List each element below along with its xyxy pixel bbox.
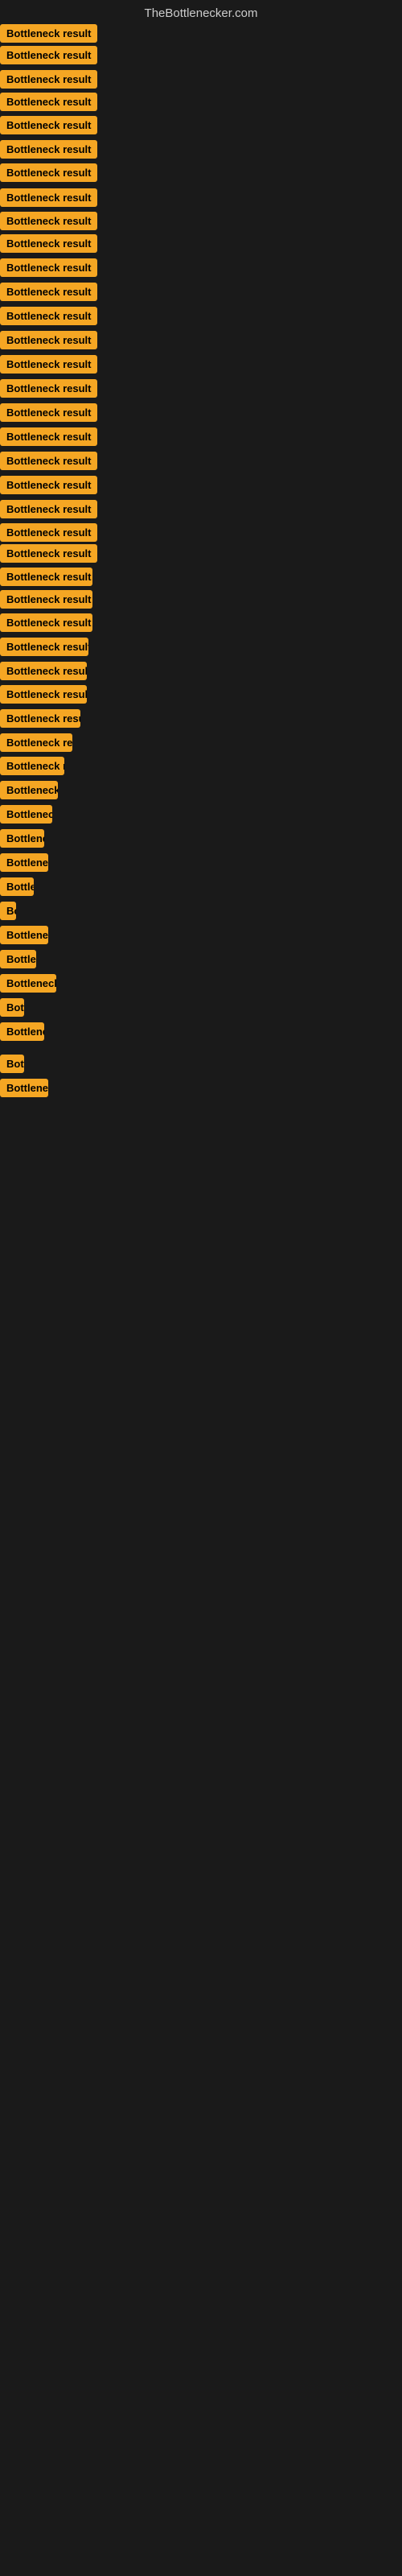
bottleneck-badge-container-23: Bottleneck result: [0, 544, 97, 567]
bottleneck-badge-container-25: Bottleneck result: [0, 590, 92, 613]
bottleneck-badge-container-38: Bottleneck result: [0, 902, 16, 924]
bottleneck-result-badge[interactable]: Bottleneck result: [0, 1022, 44, 1041]
bottleneck-badge-container-9: Bottleneck result: [0, 212, 97, 234]
bottleneck-result-badge[interactable]: Bottleneck result: [0, 258, 97, 277]
bottleneck-badge-container-39: Bottleneck result: [0, 926, 48, 948]
bottleneck-badge-container-10: Bottleneck result: [0, 234, 97, 257]
bottleneck-result-badge[interactable]: Bottleneck result: [0, 212, 97, 230]
bottleneck-result-badge[interactable]: Bottleneck result: [0, 163, 97, 182]
bottleneck-badge-container-6: Bottleneck result: [0, 140, 97, 163]
bottleneck-badge-container-20: Bottleneck result: [0, 476, 97, 498]
bottleneck-badge-container-8: Bottleneck result: [0, 188, 97, 211]
bottleneck-result-badge[interactable]: Bottleneck result: [0, 283, 97, 301]
bottleneck-badge-container-29: Bottleneck result: [0, 685, 87, 708]
bottleneck-result-badge[interactable]: Bottleneck result: [0, 974, 56, 993]
bottleneck-result-badge[interactable]: Bottleneck result: [0, 926, 48, 944]
bottleneck-result-badge[interactable]: Bottleneck result: [0, 757, 64, 775]
bottleneck-result-badge[interactable]: Bottleneck result: [0, 476, 97, 494]
bottleneck-badge-container-32: Bottleneck result: [0, 757, 64, 779]
bottleneck-badge-container-14: Bottleneck result: [0, 331, 97, 353]
bottleneck-result-badge[interactable]: Bottleneck result: [0, 709, 80, 728]
bottleneck-badge-container-12: Bottleneck result: [0, 283, 97, 305]
bottleneck-result-badge[interactable]: Bottleneck result: [0, 829, 44, 848]
bottleneck-badge-container-30: Bottleneck result: [0, 709, 80, 732]
bottleneck-result-badge[interactable]: Bottleneck result: [0, 568, 92, 586]
bottleneck-badge-container-41: Bottleneck result: [0, 974, 56, 997]
bottleneck-badge-container-24: Bottleneck result: [0, 568, 92, 590]
bottleneck-result-badge[interactable]: Bottleneck result: [0, 662, 87, 680]
bottleneck-badge-container-44: Bottleneck result: [0, 1055, 24, 1077]
bottleneck-result-badge[interactable]: Bottleneck result: [0, 24, 97, 43]
bottleneck-badge-container-36: Bottleneck result: [0, 853, 48, 876]
bottleneck-badge-container-16: Bottleneck result: [0, 379, 97, 402]
bottleneck-badge-container-26: Bottleneck result: [0, 613, 92, 636]
bottleneck-result-badge[interactable]: Bottleneck result: [0, 307, 97, 325]
bottleneck-result-badge[interactable]: Bottleneck result: [0, 234, 97, 253]
bottleneck-badge-container-7: Bottleneck result: [0, 163, 97, 186]
bottleneck-badge-container-13: Bottleneck result: [0, 307, 97, 329]
bottleneck-badge-container-21: Bottleneck result: [0, 500, 97, 522]
bottleneck-badge-container-22: Bottleneck result: [0, 523, 97, 546]
bottleneck-badge-container-37: Bottleneck result: [0, 877, 34, 900]
bottleneck-badge-container-27: Bottleneck result: [0, 638, 88, 660]
bottleneck-badge-container-15: Bottleneck result: [0, 355, 97, 378]
bottleneck-result-badge[interactable]: Bottleneck result: [0, 805, 52, 824]
bottleneck-result-badge[interactable]: Bottleneck result: [0, 853, 48, 872]
bottleneck-result-badge[interactable]: Bottleneck result: [0, 781, 58, 799]
bottleneck-result-badge[interactable]: Bottleneck result: [0, 70, 97, 89]
bottleneck-result-badge[interactable]: Bottleneck result: [0, 733, 72, 752]
bottleneck-result-badge[interactable]: Bottleneck result: [0, 613, 92, 632]
bottleneck-badge-container-4: Bottleneck result: [0, 93, 97, 115]
bottleneck-badge-container-40: Bottleneck result: [0, 950, 36, 972]
bottleneck-result-badge[interactable]: Bottleneck result: [0, 140, 97, 159]
bottleneck-result-badge[interactable]: Bottleneck result: [0, 590, 92, 609]
bottleneck-result-badge[interactable]: Bottleneck result: [0, 950, 36, 968]
bottleneck-result-badge[interactable]: Bottleneck result: [0, 355, 97, 374]
bottleneck-badge-container-5: Bottleneck result: [0, 116, 97, 138]
bottleneck-result-badge[interactable]: Bottleneck result: [0, 93, 97, 111]
bottleneck-result-badge[interactable]: Bottleneck result: [0, 379, 97, 398]
bottleneck-badge-container-43: Bottleneck result: [0, 1022, 44, 1045]
bottleneck-badge-container-42: Bottleneck result: [0, 998, 24, 1021]
bottleneck-result-badge[interactable]: Bottleneck result: [0, 902, 16, 920]
bottleneck-badge-container-31: Bottleneck result: [0, 733, 72, 756]
bottleneck-result-badge[interactable]: Bottleneck result: [0, 452, 97, 470]
bottleneck-result-badge[interactable]: Bottleneck result: [0, 403, 97, 422]
bottleneck-badge-container-33: Bottleneck result: [0, 781, 58, 803]
bottleneck-badge-container-11: Bottleneck result: [0, 258, 97, 281]
bottleneck-badge-container-2: Bottleneck result: [0, 46, 97, 68]
bottleneck-badge-container-1: Bottleneck result: [0, 24, 97, 47]
bottleneck-result-badge[interactable]: Bottleneck result: [0, 877, 34, 896]
bottleneck-result-badge[interactable]: Bottleneck result: [0, 500, 97, 518]
bottleneck-result-badge[interactable]: Bottleneck result: [0, 544, 97, 563]
bottleneck-badge-container-34: Bottleneck result: [0, 805, 52, 828]
bottleneck-badge-container-35: Bottleneck result: [0, 829, 44, 852]
bottleneck-result-badge[interactable]: Bottleneck result: [0, 1055, 24, 1073]
bottleneck-result-badge[interactable]: Bottleneck result: [0, 685, 87, 704]
bottleneck-result-badge[interactable]: Bottleneck result: [0, 331, 97, 349]
bottleneck-badge-container-19: Bottleneck result: [0, 452, 97, 474]
bottleneck-result-badge[interactable]: Bottleneck result: [0, 116, 97, 134]
bottleneck-result-badge[interactable]: Bottleneck result: [0, 188, 97, 207]
bottleneck-result-badge[interactable]: Bottleneck result: [0, 523, 97, 542]
bottleneck-result-badge[interactable]: Bottleneck result: [0, 46, 97, 64]
bottleneck-result-badge[interactable]: Bottleneck result: [0, 1079, 48, 1097]
bottleneck-result-badge[interactable]: Bottleneck result: [0, 998, 24, 1017]
bottleneck-badge-container-3: Bottleneck result: [0, 70, 97, 93]
bottleneck-result-badge[interactable]: Bottleneck result: [0, 427, 97, 446]
bottleneck-badge-container-28: Bottleneck result: [0, 662, 87, 684]
bottleneck-badge-container-18: Bottleneck result: [0, 427, 97, 450]
bottleneck-result-badge[interactable]: Bottleneck result: [0, 638, 88, 656]
bottleneck-badge-container-45: Bottleneck result: [0, 1079, 48, 1101]
bottleneck-badge-container-17: Bottleneck result: [0, 403, 97, 426]
